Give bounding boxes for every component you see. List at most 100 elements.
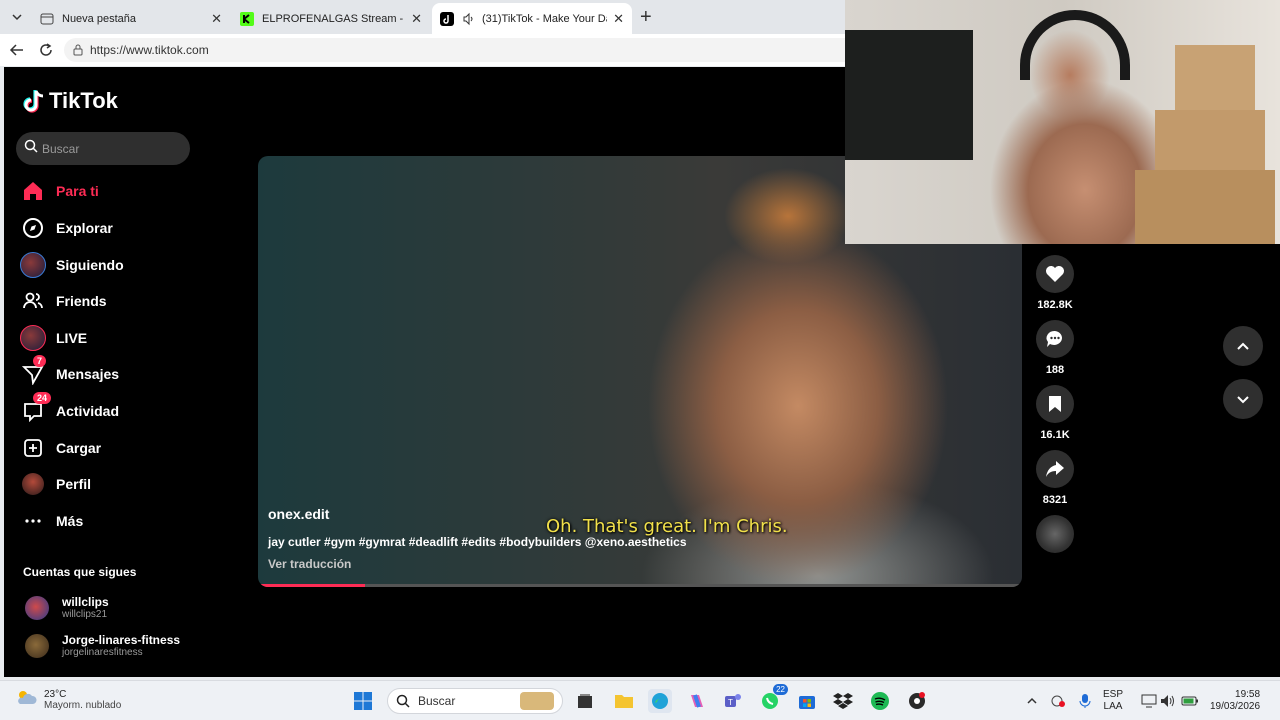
lock-icon bbox=[72, 44, 84, 56]
cardboard-box bbox=[1155, 110, 1265, 170]
back-arrow-icon[interactable] bbox=[7, 40, 27, 60]
tab-title: (31)TikTok - Make Your Day bbox=[482, 12, 608, 25]
cardboard-box bbox=[1175, 45, 1255, 115]
close-tab-icon[interactable]: ✕ bbox=[613, 11, 624, 27]
reload-icon[interactable] bbox=[36, 40, 56, 60]
kick-icon bbox=[240, 11, 254, 26]
nav-label: Cargar bbox=[56, 440, 102, 456]
activity-badge: 24 bbox=[33, 392, 52, 404]
previous-video-button[interactable] bbox=[1223, 326, 1263, 366]
nav-mas[interactable]: Más bbox=[20, 506, 83, 536]
more-icon bbox=[20, 508, 46, 534]
music-disc-icon[interactable] bbox=[1036, 515, 1074, 553]
following-header: Cuentas que sigues bbox=[23, 565, 137, 579]
messages-badge: 7 bbox=[33, 355, 47, 367]
nav-para-ti[interactable]: Para ti bbox=[20, 176, 99, 206]
avatar bbox=[25, 633, 49, 658]
whatsapp-icon[interactable]: 22 bbox=[758, 684, 788, 713]
speaker-icon[interactable] bbox=[462, 12, 476, 26]
file-explorer-icon[interactable] bbox=[612, 689, 636, 713]
teams-icon[interactable]: T bbox=[721, 689, 745, 713]
video-author[interactable]: onex.edit bbox=[268, 506, 329, 522]
webcam-overlay bbox=[845, 0, 1280, 244]
tab-title: Nueva pestaña bbox=[62, 12, 136, 25]
weather-text: Mayorm. nublado bbox=[44, 699, 122, 711]
comment-count: 188 bbox=[1045, 364, 1065, 376]
search-icon bbox=[396, 694, 410, 708]
language-indicator[interactable]: ESP LAA bbox=[1103, 689, 1123, 713]
profile-avatar-icon bbox=[20, 471, 46, 497]
following-account-jorge[interactable]: Jorge-linares-fitness jorgelinaresfitnes… bbox=[25, 633, 180, 658]
comment-action[interactable]: 188 bbox=[1035, 320, 1075, 376]
nav-label: Para ti bbox=[56, 183, 99, 199]
nav-perfil[interactable]: Perfil bbox=[20, 469, 91, 499]
windows-start-icon[interactable] bbox=[351, 689, 375, 713]
translate-link[interactable]: Ver traducción bbox=[268, 557, 351, 571]
tab-actions-chevron-icon[interactable] bbox=[8, 8, 26, 26]
tab-kick-stream[interactable]: ELPROFENALGAS Stream - Watch L ✕ bbox=[232, 3, 430, 34]
nav-friends[interactable]: Friends bbox=[20, 286, 107, 316]
logo-text: TikTok bbox=[49, 88, 118, 113]
like-action[interactable]: 182.8K bbox=[1035, 255, 1075, 311]
save-action[interactable]: 16.1K bbox=[1035, 385, 1075, 441]
tab-title: ELPROFENALGAS Stream - Watch L bbox=[262, 12, 405, 25]
heart-icon[interactable] bbox=[1036, 255, 1074, 293]
next-video-button[interactable] bbox=[1223, 379, 1263, 419]
nav-label: Friends bbox=[56, 293, 107, 309]
lang-bottom: LAA bbox=[1103, 701, 1123, 712]
nav-siguiendo[interactable]: Siguiendo bbox=[20, 250, 124, 280]
dropbox-icon[interactable] bbox=[831, 689, 855, 713]
activity-icon: 24 bbox=[20, 392, 52, 424]
battery-icon[interactable] bbox=[1178, 689, 1202, 713]
home-icon bbox=[20, 178, 46, 204]
avatar bbox=[25, 595, 49, 620]
like-count: 182.8K bbox=[1037, 299, 1073, 311]
nav-live[interactable]: LIVE bbox=[20, 323, 87, 353]
account-handle: jorgelinaresfitness bbox=[62, 647, 143, 658]
video-progress-bar[interactable] bbox=[258, 584, 1022, 587]
chevron-up-icon bbox=[1237, 342, 1249, 350]
search-box[interactable] bbox=[16, 132, 190, 165]
network-status-icon[interactable] bbox=[1046, 689, 1070, 713]
nav-mensajes[interactable]: 7 Mensajes bbox=[20, 355, 119, 389]
new-tab-plus-icon[interactable]: + bbox=[640, 7, 652, 27]
nav-label: Más bbox=[56, 513, 84, 529]
taskbar-search[interactable]: Buscar bbox=[387, 688, 563, 714]
bookmark-icon[interactable] bbox=[1036, 385, 1074, 423]
tiktok-logo[interactable]: TikTok bbox=[23, 88, 118, 114]
room-window bbox=[845, 30, 973, 160]
edge-browser-icon[interactable] bbox=[648, 689, 672, 713]
windows-taskbar: 23°C Mayorm. nublado Buscar T 22 ESP LAA… bbox=[0, 680, 1280, 720]
clock-date: 19/03/2026 bbox=[1210, 701, 1261, 712]
share-arrow-icon[interactable] bbox=[1036, 450, 1074, 488]
close-tab-icon[interactable]: ✕ bbox=[211, 11, 222, 27]
nav-actividad[interactable]: 24 Actividad bbox=[20, 392, 119, 426]
video-progress-fill bbox=[258, 584, 365, 587]
comment-icon[interactable] bbox=[1036, 320, 1074, 358]
search-icon bbox=[24, 139, 38, 158]
weather-widget[interactable]: 23°C Mayorm. nublado bbox=[14, 687, 121, 712]
clock[interactable]: 19:58 19/03/2026 bbox=[1210, 689, 1260, 713]
following-account-willclips[interactable]: willclips willclips21 bbox=[25, 595, 109, 620]
share-action[interactable]: 8321 bbox=[1035, 450, 1075, 506]
tab-nueva-pestana[interactable]: Nueva pestaña ✕ bbox=[32, 3, 230, 34]
tab-tiktok[interactable]: (31)TikTok - Make Your Day ✕ bbox=[432, 3, 632, 34]
chevron-up-icon[interactable] bbox=[1020, 689, 1044, 713]
microphone-icon[interactable] bbox=[1073, 689, 1097, 713]
obs-icon[interactable] bbox=[905, 689, 929, 713]
volume-icon[interactable] bbox=[1156, 689, 1180, 713]
close-tab-icon[interactable]: ✕ bbox=[411, 11, 422, 27]
whatsapp-badge: 22 bbox=[773, 684, 788, 695]
nav-label: Explorar bbox=[56, 220, 113, 236]
copilot-icon[interactable] bbox=[685, 689, 709, 713]
spotify-icon[interactable] bbox=[868, 689, 892, 713]
url-field[interactable]: https://www.tiktok.com bbox=[64, 38, 864, 62]
nav-cargar[interactable]: Cargar bbox=[20, 433, 101, 463]
share-count: 8321 bbox=[1042, 494, 1068, 506]
microsoft-store-icon[interactable] bbox=[795, 689, 819, 713]
nav-explorar[interactable]: Explorar bbox=[20, 213, 113, 243]
task-view-icon[interactable] bbox=[573, 689, 597, 713]
svg-text:T: T bbox=[728, 698, 733, 707]
account-handle: willclips21 bbox=[62, 609, 108, 620]
search-input[interactable] bbox=[42, 141, 182, 156]
